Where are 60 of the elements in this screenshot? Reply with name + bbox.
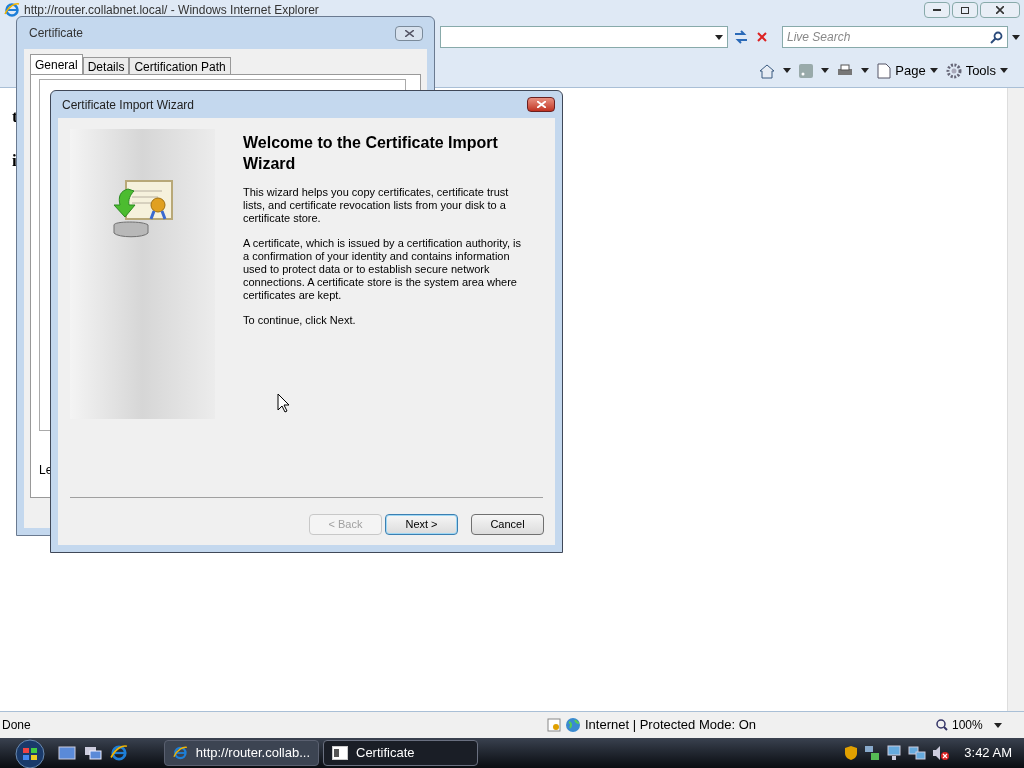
dialog-title: Certificate Import Wizard	[62, 96, 195, 114]
caret-icon[interactable]	[783, 68, 792, 73]
muted-speaker-icon[interactable]	[932, 745, 951, 761]
home-icon[interactable]	[759, 62, 776, 79]
ie-icon	[4, 2, 20, 18]
close-icon[interactable]	[996, 6, 1004, 14]
network-icon[interactable]	[864, 745, 881, 761]
caret-icon[interactable]	[994, 722, 1002, 728]
mouse-cursor-icon	[277, 393, 291, 413]
wizard-paragraph: A certificate, which is issued by a certification authority, is a confirmation of your identity and contains information used to protect data or to establish secure network connections. A certificate store is the system area where certificates are kept.	[243, 237, 522, 302]
zone-status: Internet | Protected Mode: On	[584, 716, 756, 735]
shield-icon[interactable]	[844, 745, 859, 761]
toolbar-menu-button[interactable]: Tools	[945, 60, 1008, 81]
zoom-icon	[936, 719, 948, 731]
wizard-button[interactable]: Cancel	[471, 514, 544, 535]
close-button[interactable]	[527, 97, 555, 112]
clock[interactable]: 3:42 AM	[964, 743, 1012, 763]
computers-icon[interactable]	[908, 745, 927, 761]
toolbar-menu-button[interactable]: Page	[877, 60, 938, 81]
dialog-tab[interactable]: General	[30, 54, 83, 75]
search-box[interactable]: Live Search	[782, 26, 1008, 48]
page-icon	[877, 62, 892, 79]
caret-icon[interactable]	[861, 68, 870, 73]
close-button[interactable]	[395, 25, 423, 41]
page-heading: i	[12, 149, 17, 172]
taskbar-button[interactable]: http://router.collab...	[164, 740, 319, 766]
print-icon[interactable]	[837, 63, 854, 78]
zoom-level[interactable]: 100%	[952, 716, 990, 734]
wizard-paragraph: To continue, click Next.	[243, 314, 357, 327]
close-button[interactable]	[980, 2, 1020, 18]
caret-icon[interactable]	[1012, 34, 1020, 40]
search-icon[interactable]	[990, 30, 1003, 44]
caret-icon[interactable]	[1000, 68, 1008, 73]
refresh-icon[interactable]	[732, 29, 750, 45]
window-icon	[332, 746, 348, 760]
caret-icon[interactable]	[715, 34, 723, 40]
globe-icon	[564, 717, 581, 733]
caret-icon[interactable]	[929, 68, 938, 73]
dialog-tab[interactable]: Certification Path	[129, 57, 231, 75]
close-icon[interactable]	[404, 29, 414, 37]
monitor-icon[interactable]	[886, 745, 903, 761]
address-field[interactable]	[440, 26, 728, 48]
taskbar-button[interactable]: Certificate	[323, 740, 478, 766]
switch-windows-icon[interactable]	[84, 746, 102, 760]
wizard-paragraph: This wizard helps you copy certificates, certificate trust lists, and certificate revocation lists from your disk to a certificate store.	[243, 186, 510, 225]
dialog-title: Certificate	[29, 25, 84, 42]
status-text: Done	[1, 717, 31, 734]
window-title: http://router.collabnet.local/ - Windows Internet Explorer	[24, 2, 319, 19]
minimize-button[interactable]	[924, 2, 950, 18]
ie-icon	[173, 745, 188, 761]
ie-icon	[110, 744, 128, 762]
gear-icon	[945, 62, 962, 79]
scrollbar[interactable]	[1007, 88, 1024, 711]
wizard-button[interactable]: Next >	[385, 514, 458, 535]
caret-icon[interactable]	[821, 68, 830, 73]
warning-icon	[546, 718, 561, 732]
restore-button[interactable]	[952, 2, 978, 18]
wizard-heading: Welcome to the Certificate Import Wizard	[243, 133, 499, 174]
search-field[interactable]: Live Search	[787, 28, 990, 46]
dialog-tab[interactable]: Details	[82, 57, 130, 75]
